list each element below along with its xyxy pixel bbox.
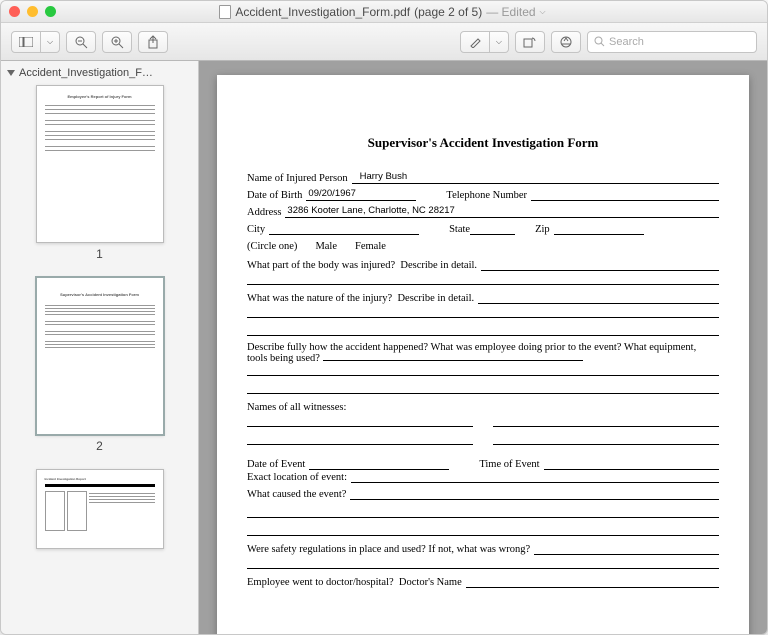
field-dob[interactable]: 09/20/1967 [306, 200, 416, 201]
chevron-down-icon: ⌵ [496, 37, 502, 47]
zoom-in-button[interactable] [102, 31, 132, 53]
preview-window: Accident_Investigation_Form.pdf (page 2 … [0, 0, 768, 635]
pdf-viewer[interactable]: Supervisor's Accident Investigation Form… [199, 61, 767, 634]
view-mode-button[interactable] [11, 31, 41, 53]
label-circle: (Circle one) [247, 241, 297, 252]
thumbnail-2[interactable]: Supervisor's Accident Investigation Form [7, 277, 192, 453]
page-info: (page 2 of 5) [414, 5, 482, 19]
thumbnail-sidebar[interactable]: Accident_Investigation_F… Employee's Rep… [1, 61, 199, 634]
toolbar: ⌵ ⌵ Search [1, 23, 767, 61]
field-city[interactable] [269, 234, 419, 235]
thumbnail-3[interactable]: Incident Investigation Report [7, 469, 192, 549]
label-zip: Zip [535, 224, 550, 235]
label-female: Female [355, 241, 386, 252]
label-male: Male [315, 241, 337, 252]
search-placeholder: Search [609, 36, 644, 48]
field-zip[interactable] [554, 234, 644, 235]
view-mode-dropdown[interactable]: ⌵ [41, 31, 60, 53]
label-time-event: Time of Event [479, 459, 539, 470]
markup-button[interactable] [551, 31, 581, 53]
disclosure-triangle-icon[interactable] [7, 70, 15, 76]
filename: Accident_Investigation_Form.pdf [235, 5, 410, 19]
label-city: City [247, 224, 265, 235]
search-input[interactable]: Search [587, 31, 757, 53]
sidebar-doc-name: Accident_Investigation_F… [19, 67, 153, 79]
label-doctor: Employee went to doctor/hospital? Doctor… [247, 577, 462, 588]
label-telephone: Telephone Number [446, 190, 527, 201]
label-location: Exact location of event: [247, 472, 347, 483]
rotate-button[interactable] [515, 31, 545, 53]
label-caused: What caused the event? [247, 489, 346, 500]
thumbnail-1[interactable]: Employee's Report of Injury Form 1 [7, 85, 192, 261]
thumbnail-image-2: Supervisor's Accident Investigation Form [36, 277, 164, 435]
label-dob: Date of Birth [247, 190, 302, 201]
title-area: Accident_Investigation_Form.pdf (page 2 … [56, 5, 709, 19]
close-button[interactable] [9, 6, 20, 17]
search-icon [594, 36, 605, 47]
zoom-button[interactable] [45, 6, 56, 17]
title-chevron-icon[interactable]: ⌵ [540, 7, 546, 17]
label-state: State [449, 224, 470, 235]
edited-status: — Edited [486, 5, 535, 19]
minimize-button[interactable] [27, 6, 38, 17]
zoom-out-button[interactable] [66, 31, 96, 53]
document-icon [219, 5, 231, 19]
titlebar: Accident_Investigation_Form.pdf (page 2 … [1, 1, 767, 23]
highlight-dropdown[interactable]: ⌵ [490, 31, 509, 53]
form-title: Supervisor's Accident Investigation Form [247, 135, 719, 151]
field-address[interactable]: 3286 Kooter Lane, Charlotte, NC 28217 [285, 217, 719, 218]
window-controls [9, 6, 56, 17]
thumbnail-image-1: Employee's Report of Injury Form [36, 85, 164, 243]
share-button[interactable] [138, 31, 168, 53]
label-nature: What was the nature of the injury? Descr… [247, 293, 474, 304]
label-date-event: Date of Event [247, 459, 305, 470]
label-address: Address [247, 207, 281, 218]
thumbnail-label: 2 [7, 439, 192, 453]
field-name[interactable]: Harry Bush [352, 183, 462, 184]
thumbnail-label: 1 [7, 247, 192, 261]
sidebar-doc-header[interactable]: Accident_Investigation_F… [7, 67, 192, 79]
label-witnesses: Names of all witnesses: [247, 402, 719, 413]
field-state[interactable] [470, 234, 515, 235]
chevron-down-icon: ⌵ [47, 37, 53, 47]
pdf-page[interactable]: Supervisor's Accident Investigation Form… [217, 75, 749, 634]
label-safety: Were safety regulations in place and use… [247, 544, 530, 555]
highlight-button[interactable] [460, 31, 490, 53]
thumbnail-image-3: Incident Investigation Report [36, 469, 164, 549]
field-telephone[interactable] [531, 200, 719, 201]
label-name: Name of Injured Person [247, 173, 348, 184]
label-body-part: What part of the body was injured? Descr… [247, 260, 477, 271]
